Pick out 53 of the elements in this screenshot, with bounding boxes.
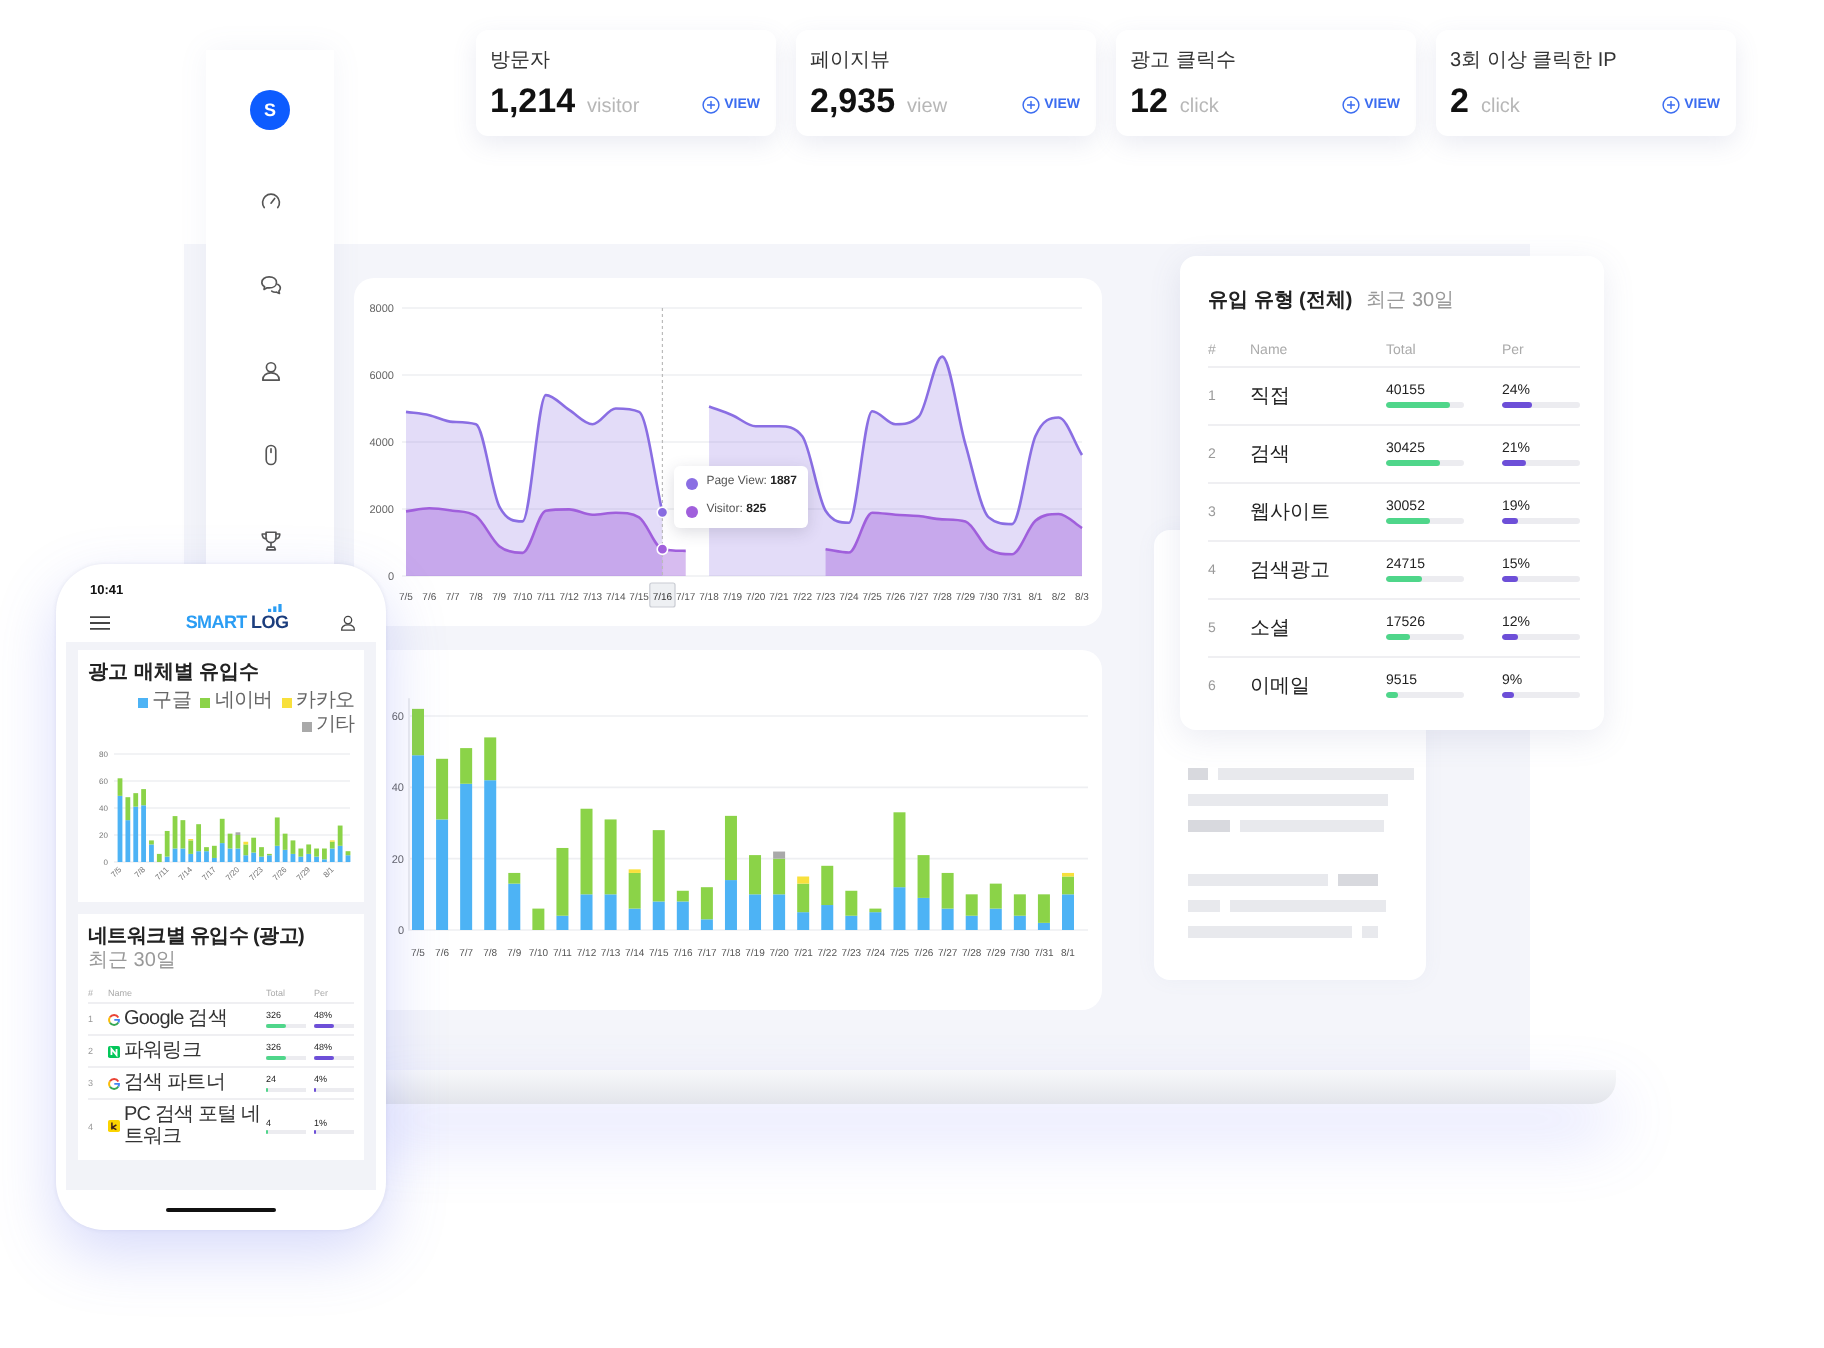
plus-circle-icon (702, 96, 721, 114)
bar-chart-icon (268, 604, 283, 612)
stat-unit: click (1179, 96, 1219, 118)
legend-label: 구글 (152, 690, 191, 714)
name-cell: 검색 파트너 (124, 1072, 225, 1094)
gauge-icon[interactable] (259, 189, 281, 211)
data-point (656, 506, 669, 519)
name-cell-text: 검색광고 (1250, 558, 1332, 584)
name-cell: PC 검색 포털 네트워크 (124, 1104, 262, 1148)
stat-value: 2,935 (810, 82, 896, 122)
stat-unit: visitor (587, 96, 640, 118)
table-title: 네트워크별 유입수 (광고) (88, 926, 305, 950)
n-logo-icon (108, 1045, 120, 1057)
menu-icon[interactable] (90, 615, 110, 629)
chat-icon[interactable] (259, 274, 281, 296)
stat-title: 3회 이상 클릭한 IP (1450, 50, 1617, 74)
legend-label: 네이버 (214, 690, 273, 714)
data-point (656, 543, 669, 556)
user-icon[interactable] (340, 613, 356, 631)
plus-circle-icon (1342, 96, 1361, 114)
home-indicator (166, 1207, 276, 1213)
name-cell-text: 소셜 (1250, 616, 1292, 642)
k-logo-icon (108, 1120, 120, 1132)
legend-label: 기타 (315, 714, 354, 738)
plus-circle-icon (1662, 96, 1681, 114)
table-title: 유입 유형 (전체) (1208, 288, 1353, 314)
mouse-icon[interactable] (259, 444, 281, 466)
avatar[interactable]: S (250, 90, 290, 130)
g-logo-icon (108, 1077, 120, 1089)
g-logo-icon (108, 1013, 120, 1025)
stat-title: 방문자 (490, 50, 550, 74)
name-cell-text: 이메일 (1250, 674, 1312, 700)
chart-title: 광고 매체별 유입수 (88, 662, 262, 686)
plus-circle-icon (1022, 96, 1041, 114)
stat-title: 광고 클릭수 (1130, 50, 1236, 74)
table-subtitle: 최근 30일 (88, 950, 176, 974)
stat-unit: view (907, 96, 948, 118)
name-cell-text: 직접 (1250, 384, 1292, 410)
user-icon[interactable] (259, 359, 281, 381)
stat-value: 12 (1130, 82, 1168, 122)
logo-text: SMART LOG (185, 612, 289, 632)
name-cell: 파워링크 (124, 1040, 201, 1062)
stat-unit: click (1480, 96, 1520, 118)
bar (532, 908, 545, 930)
stat-title: 페이지뷰 (810, 50, 890, 74)
name-cell-text: 검색 (1250, 442, 1292, 468)
stat-value: 1,214 (490, 82, 576, 122)
stat-value: 2 (1450, 82, 1469, 122)
table-subtitle: 최근 30일 (1366, 288, 1455, 314)
name-cell: Google 검색 (124, 1008, 227, 1030)
legend-label: 카카오 (296, 690, 354, 714)
name-cell-text: 웹사이트 (1250, 500, 1332, 526)
trophy-icon[interactable] (259, 529, 281, 551)
